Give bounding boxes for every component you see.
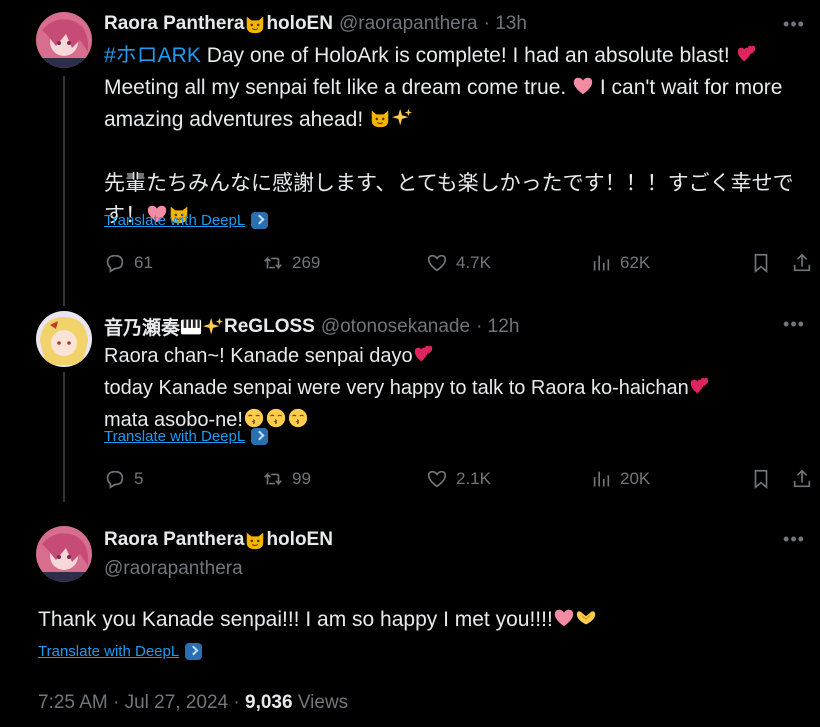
heart-emoji-icon: [572, 75, 594, 97]
share-icon: [793, 469, 811, 488]
like-icon: [427, 470, 447, 488]
views-total: 9,036: [245, 692, 293, 713]
translate-link[interactable]: Translate with DeepL: [104, 428, 269, 445]
share-button[interactable]: [791, 468, 813, 490]
author-handle[interactable]: @raorapanthera: [104, 558, 243, 580]
avatar[interactable]: [36, 311, 92, 367]
more-icon[interactable]: •••: [782, 314, 806, 338]
like-button[interactable]: 2.1K: [426, 468, 491, 490]
share-icon: [793, 253, 811, 272]
sparkles-emoji-icon: [391, 107, 413, 129]
bookmark-button[interactable]: [750, 252, 772, 274]
tweet-text: I can't wait for more: [594, 76, 783, 99]
tweet-text: Raora chan~! Kanade senpai dayo: [104, 345, 413, 367]
tweet-text: Meeting all my senpai felt like a dream …: [104, 76, 573, 99]
repost-icon: [264, 256, 282, 270]
tweet-body: Raora chan~! Kanade senpai dayo today Ka…: [104, 340, 804, 436]
timestamp-text[interactable]: 7:25 AM · Jul 27, 2024 ·: [38, 692, 245, 713]
hearts-emoji-icon: [413, 343, 435, 365]
author-name[interactable]: Raora Panthera: [104, 13, 244, 35]
author-name[interactable]: Raora Panthera: [104, 529, 244, 551]
tweet-text: today Kanade senpai were very happy to t…: [104, 377, 689, 399]
repost-count: 269: [292, 253, 321, 272]
repost-button[interactable]: 99: [262, 468, 311, 490]
more-icon[interactable]: •••: [782, 14, 806, 38]
translate-link[interactable]: Translate with DeepL: [104, 212, 269, 229]
views-button[interactable]: 20K: [590, 468, 650, 490]
cat-emoji-icon: [244, 529, 266, 551]
deepl-icon: [251, 428, 269, 445]
reply-count: 61: [134, 253, 153, 272]
bookmark-button[interactable]: [750, 468, 772, 490]
reply-button[interactable]: 61: [104, 252, 153, 274]
tweet-body: Thank you Kanade senpai!!! I am so happy…: [38, 604, 798, 636]
tweet-header: Raora Panthera holoEN @raorapanthera · 1…: [104, 13, 527, 35]
views-label: Views: [292, 692, 349, 713]
tweet-text: amazing adventures ahead!: [104, 108, 370, 131]
repost-button[interactable]: 269: [262, 252, 320, 274]
author-handle[interactable]: @otonosekanade: [321, 316, 470, 338]
reply-icon: [106, 470, 124, 489]
action-bar: 61 269 4.7K 62K: [0, 252, 820, 282]
bookmark-icon: [754, 469, 768, 490]
tweet-text: Thank you Kanade senpai!!! I am so happy…: [38, 608, 553, 631]
hearts-emoji-icon: [689, 375, 711, 397]
author-handle-row: @raorapanthera: [104, 558, 243, 580]
tweet-header: 音乃瀬奏 ReGLOSS @otonosekanade · 12h: [104, 313, 519, 340]
share-button[interactable]: [791, 252, 813, 274]
like-count: 2.1K: [456, 469, 491, 488]
views-button[interactable]: 62K: [590, 252, 650, 274]
author-name-suffix[interactable]: ReGLOSS: [224, 316, 315, 338]
more-icon[interactable]: •••: [782, 529, 806, 553]
translate-label[interactable]: Translate with DeepL: [38, 643, 179, 660]
author-name[interactable]: 音乃瀬奏: [104, 313, 180, 340]
tweet-time[interactable]: · 12h: [476, 316, 519, 338]
translate-label[interactable]: Translate with DeepL: [104, 428, 245, 445]
like-icon: [427, 254, 447, 272]
repost-icon: [264, 472, 282, 486]
reply-button[interactable]: 5: [104, 468, 143, 490]
reply-count: 5: [134, 469, 144, 488]
author-handle[interactable]: @raorapanthera: [339, 13, 478, 35]
heart-hands-emoji-icon: [575, 607, 597, 629]
action-bar: 5 99 2.1K 20K: [0, 468, 820, 498]
kiss-emoji-icon: [243, 407, 265, 429]
avatar[interactable]: [36, 526, 92, 582]
piano-emoji-icon: [180, 316, 202, 338]
views-icon: [593, 255, 610, 271]
deepl-icon: [251, 212, 269, 229]
translate-link[interactable]: Translate with DeepL: [38, 643, 203, 660]
kiss-emoji-icon: [287, 407, 309, 429]
tweet-body: #ホロARK Day one of HoloArk is complete! I…: [104, 40, 804, 232]
tweet-text-japanese: 先輩たちみんなに感謝します、とても楽しかったです！！！すごく幸せで: [104, 172, 794, 195]
author-name-suffix[interactable]: holoEN: [266, 529, 333, 551]
cat-emoji-icon: [369, 107, 391, 129]
views-icon: [593, 471, 610, 487]
tweet-header: Raora Panthera holoEN: [104, 529, 333, 551]
author-name-suffix[interactable]: holoEN: [266, 13, 333, 35]
reply-icon: [106, 254, 124, 273]
tweet-timestamp: 7:25 AM · Jul 27, 2024 · 9,036 Views: [38, 692, 348, 714]
cat-emoji-icon: [244, 13, 266, 35]
avatar[interactable]: [36, 12, 92, 68]
views-count: 62K: [620, 253, 651, 272]
bookmark-icon: [754, 253, 768, 274]
like-button[interactable]: 4.7K: [426, 252, 491, 274]
deepl-icon: [185, 643, 203, 660]
views-count: 20K: [620, 469, 651, 488]
repost-count: 99: [292, 469, 311, 488]
tweet-time[interactable]: · 13h: [484, 13, 527, 35]
translate-label[interactable]: Translate with DeepL: [104, 212, 245, 229]
hashtag-link[interactable]: #ホロARK: [104, 44, 201, 67]
hearts-emoji-icon: [736, 43, 758, 65]
sparkles-emoji-icon: [202, 316, 224, 338]
kiss-emoji-icon: [265, 407, 287, 429]
tweet-text: Day one of HoloArk is complete! I had an…: [200, 44, 736, 67]
heart-emoji-icon: [553, 607, 575, 629]
like-count: 4.7K: [456, 253, 491, 272]
